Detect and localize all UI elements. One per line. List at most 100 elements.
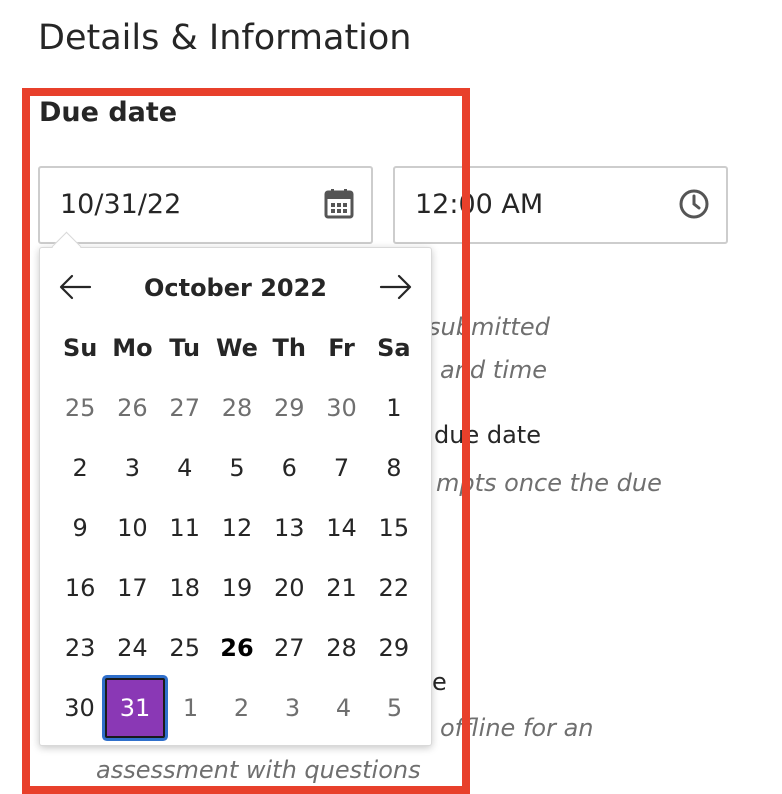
calendar-day-number: 4 bbox=[335, 694, 352, 722]
calendar-day[interactable]: 25 bbox=[54, 394, 106, 422]
calendar-day[interactable]: 7 bbox=[315, 454, 367, 482]
calendar-day[interactable]: 26 bbox=[106, 394, 158, 422]
date-picker-popup: October 2022 Su Mo Tu We Th Fr Sa 25 26 27 28 29 30… bbox=[39, 247, 432, 746]
calendar-day[interactable]: 16 bbox=[54, 574, 106, 602]
calendar-day-number: 30 bbox=[64, 694, 95, 722]
calendar-day-number: 15 bbox=[378, 514, 410, 542]
calendar-day-number: 10 bbox=[117, 514, 148, 542]
calendar-day-number: 13 bbox=[273, 514, 305, 542]
calendar-day[interactable]: 3 bbox=[267, 694, 318, 722]
due-date-value: 10/31/22 bbox=[60, 189, 182, 220]
calendar-day-number: 26 bbox=[117, 394, 148, 422]
calendar-day[interactable]: 30 bbox=[54, 694, 105, 722]
calendar-day-number: 7 bbox=[333, 454, 350, 482]
calendar-day-number: 21 bbox=[326, 574, 357, 602]
calendar-day[interactable]: 4 bbox=[318, 694, 369, 722]
calendar-day[interactable]: 1 bbox=[368, 394, 420, 422]
calendar-day-selected[interactable]: 31 bbox=[105, 678, 165, 738]
calendar-day[interactable]: 12 bbox=[211, 514, 263, 542]
calendar-day[interactable]: 27 bbox=[159, 394, 211, 422]
weekday-header-row: Su Mo Tu We Th Fr Sa bbox=[54, 318, 420, 378]
calendar-day[interactable]: 23 bbox=[54, 634, 106, 662]
calendar-day[interactable]: 24 bbox=[106, 634, 158, 662]
weekday-label: Tu bbox=[169, 334, 201, 362]
calendar-day[interactable]: 15 bbox=[368, 514, 420, 542]
weekday-label: Sa bbox=[377, 334, 411, 362]
section-heading: Details & Information bbox=[38, 18, 412, 58]
calendar-day-number: 16 bbox=[64, 574, 96, 602]
calendar-day-today[interactable]: 26 bbox=[211, 634, 263, 662]
calendar-day[interactable]: 10 bbox=[106, 514, 158, 542]
calendar-day[interactable]: 29 bbox=[263, 394, 315, 422]
calendar-week-row: 25 26 27 28 29 30 1 bbox=[54, 378, 420, 438]
calendar-grid: Su Mo Tu We Th Fr Sa 25 26 27 28 29 30 1 2 3 4 5 6 7 8 9 10 11… bbox=[54, 318, 420, 738]
calendar-day[interactable]: 14 bbox=[315, 514, 367, 542]
calendar-day-number: 19 bbox=[221, 574, 253, 602]
next-month-button[interactable] bbox=[375, 270, 415, 304]
calendar-day-number: 4 bbox=[177, 454, 193, 482]
calendar-day[interactable]: 30 bbox=[315, 394, 367, 422]
calendar-day[interactable]: 21 bbox=[315, 574, 367, 602]
calendar-day[interactable]: 22 bbox=[368, 574, 420, 602]
calendar-day[interactable]: 5 bbox=[211, 454, 263, 482]
calendar-day-number: 26 bbox=[220, 634, 254, 662]
calendar-day[interactable]: 25 bbox=[159, 634, 211, 662]
clock-icon[interactable] bbox=[676, 186, 712, 222]
calendar-day-number: 12 bbox=[221, 514, 253, 542]
calendar-day-number: 28 bbox=[221, 394, 253, 422]
calendar-day[interactable]: 8 bbox=[368, 454, 420, 482]
calendar-week-row: 2 3 4 5 6 7 8 bbox=[54, 438, 420, 498]
calendar-day-number: 25 bbox=[64, 394, 96, 422]
calendar-day[interactable]: 2 bbox=[54, 454, 106, 482]
calendar-day[interactable]: 11 bbox=[159, 514, 211, 542]
calendar-day[interactable]: 2 bbox=[216, 694, 267, 722]
calendar-day-number: 2 bbox=[72, 454, 88, 482]
calendar-day[interactable]: 28 bbox=[315, 634, 367, 662]
calendar-day[interactable]: 13 bbox=[263, 514, 315, 542]
calendar-day[interactable]: 18 bbox=[159, 574, 211, 602]
calendar-week-row: 23 24 25 26 27 28 29 bbox=[54, 618, 420, 678]
calendar-day[interactable]: 19 bbox=[211, 574, 263, 602]
calendar-day-number: 8 bbox=[386, 454, 402, 482]
calendar-day[interactable]: 3 bbox=[106, 454, 158, 482]
calendar-day-number: 9 bbox=[72, 514, 88, 542]
calendar-day-number: 23 bbox=[64, 634, 96, 662]
calendar-day-number: 20 bbox=[273, 574, 305, 602]
calendar-day-number: 30 bbox=[326, 394, 357, 422]
calendar-icon[interactable] bbox=[321, 186, 357, 222]
background-text: assessment with questions bbox=[96, 756, 421, 784]
calendar-day-number: 31 bbox=[105, 678, 165, 738]
due-date-input[interactable]: 10/31/22 bbox=[38, 166, 373, 244]
calendar-day-number: 18 bbox=[169, 574, 200, 602]
calendar-day-number: 11 bbox=[169, 514, 200, 542]
calendar-day-number: 17 bbox=[117, 574, 148, 602]
calendar-day-number: 6 bbox=[281, 454, 297, 482]
calendar-week-row: 30 31 1 2 3 4 5 bbox=[54, 678, 420, 738]
calendar-day[interactable]: 4 bbox=[159, 454, 211, 482]
calendar-day-number: 22 bbox=[378, 574, 410, 602]
calendar-day-number: 3 bbox=[124, 454, 141, 482]
calendar-day-number: 2 bbox=[233, 694, 250, 722]
calendar-day-number: 27 bbox=[169, 394, 200, 422]
background-text: offline for an bbox=[440, 714, 594, 742]
calendar-day-number: 25 bbox=[169, 634, 200, 662]
month-year-label: October 2022 bbox=[143, 274, 328, 302]
calendar-day-number: 5 bbox=[229, 454, 245, 482]
weekday-label: We bbox=[216, 334, 258, 362]
calendar-week-row: 9 10 11 12 13 14 15 bbox=[54, 498, 420, 558]
calendar-day[interactable]: 1 bbox=[165, 694, 216, 722]
calendar-day-number: 1 bbox=[182, 694, 199, 722]
calendar-day[interactable]: 5 bbox=[369, 694, 420, 722]
calendar-day[interactable]: 29 bbox=[368, 634, 420, 662]
calendar-day[interactable]: 27 bbox=[263, 634, 315, 662]
due-time-input[interactable]: 12:00 AM bbox=[393, 166, 728, 244]
calendar-day[interactable]: 28 bbox=[211, 394, 263, 422]
calendar-day-number: 28 bbox=[326, 634, 357, 662]
calendar-day[interactable]: 20 bbox=[263, 574, 315, 602]
due-date-label: Due date bbox=[39, 97, 178, 128]
weekday-label: Fr bbox=[328, 334, 355, 362]
calendar-day[interactable]: 9 bbox=[54, 514, 106, 542]
calendar-day[interactable]: 17 bbox=[106, 574, 158, 602]
calendar-day-number: 5 bbox=[386, 694, 403, 722]
calendar-day[interactable]: 6 bbox=[263, 454, 315, 482]
